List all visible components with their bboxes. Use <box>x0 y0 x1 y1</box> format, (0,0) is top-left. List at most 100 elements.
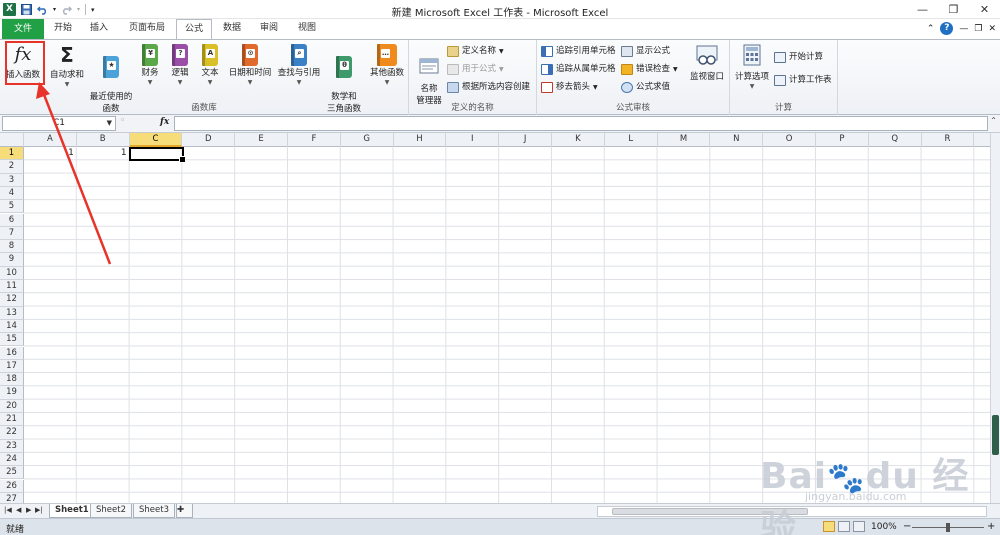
tab-view[interactable]: 视图 <box>294 20 320 38</box>
row-header[interactable]: 22 <box>0 426 24 440</box>
tab-page-layout[interactable]: 页面布局 <box>124 20 170 38</box>
row-header[interactable]: 20 <box>0 399 24 413</box>
cell-value[interactable]: 1 <box>24 148 74 158</box>
row-header[interactable]: 8 <box>0 240 24 254</box>
use-in-formula-button[interactable]: 用于公式 ▼ <box>447 61 504 78</box>
row-header[interactable]: 19 <box>0 386 24 400</box>
row-header[interactable]: 14 <box>0 319 24 334</box>
column-header[interactable]: A <box>24 133 77 147</box>
active-cell[interactable] <box>129 147 186 163</box>
tab-insert[interactable]: 插入 <box>86 20 112 38</box>
formula-bar-fx-icon[interactable]: fx <box>160 117 169 127</box>
row-header[interactable]: 15 <box>0 333 24 347</box>
row-header[interactable]: 7 <box>0 226 24 241</box>
calc-now-button[interactable]: 开始计算 <box>774 49 823 66</box>
column-header[interactable]: N <box>710 133 764 147</box>
lookup-reference-button[interactable]: ⌕ 查找与引用 ▼ <box>276 43 322 87</box>
select-all-corner[interactable] <box>0 133 24 147</box>
autosum-button[interactable]: Σ 自动求和 ▼ <box>48 43 86 89</box>
doc-close-icon[interactable]: ✕ <box>988 24 996 34</box>
show-formulas-button[interactable]: 显示公式 <box>621 43 670 60</box>
tab-data[interactable]: 数据 <box>219 20 245 38</box>
column-header[interactable]: K <box>552 133 605 147</box>
row-header[interactable]: 6 <box>0 213 24 227</box>
help-icon[interactable]: ? <box>940 22 954 35</box>
datetime-button[interactable]: ⊙ 日期和时间 ▼ <box>227 43 273 87</box>
name-box[interactable]: C1 ▼ <box>2 116 116 131</box>
dropdown-arrow-icon: ▼ <box>147 79 153 86</box>
column-header[interactable]: M <box>658 133 711 147</box>
tab-review[interactable]: 审阅 <box>256 20 282 38</box>
doc-minimize-icon[interactable]: — <box>959 24 968 34</box>
row-header[interactable]: 3 <box>0 173 24 187</box>
column-header[interactable]: I <box>446 133 500 147</box>
first-sheet-icon[interactable]: |◀ <box>4 506 12 514</box>
row-header[interactable]: 18 <box>0 373 24 387</box>
column-header[interactable]: L <box>605 133 658 147</box>
column-header[interactable]: E <box>235 133 288 147</box>
insert-sheet-icon[interactable]: ✚ <box>176 504 193 518</box>
column-header[interactable]: O <box>763 133 816 147</box>
expand-formula-bar-icon[interactable]: ⌃ <box>990 116 997 125</box>
doc-restore-icon[interactable]: ❐ <box>974 24 982 34</box>
minimize-icon[interactable]: — <box>907 0 938 19</box>
column-header[interactable]: H <box>394 133 447 147</box>
row-header[interactable]: 11 <box>0 280 24 294</box>
column-header[interactable]: B <box>77 133 130 147</box>
last-sheet-icon[interactable]: ▶| <box>35 506 43 514</box>
watch-window-button[interactable]: 监视窗口 <box>687 43 727 83</box>
next-sheet-icon[interactable]: ▶ <box>26 506 31 514</box>
column-header[interactable]: D <box>182 133 236 147</box>
row-header[interactable]: 10 <box>0 266 24 280</box>
row-header[interactable]: 5 <box>0 200 24 214</box>
column-header[interactable]: P <box>816 133 869 147</box>
column-header[interactable]: R <box>922 133 975 147</box>
tab-home[interactable]: 开始 <box>50 20 76 38</box>
calc-sheet-button[interactable]: 计算工作表 <box>774 72 832 89</box>
more-functions-label: 其他函数 <box>369 68 404 78</box>
row-header[interactable]: 27 <box>0 492 24 503</box>
row-header[interactable]: 9 <box>0 253 24 267</box>
prev-sheet-icon[interactable]: ◀ <box>16 506 21 514</box>
column-header[interactable]: J <box>499 133 552 147</box>
row-header[interactable]: 23 <box>0 439 24 453</box>
row-header[interactable]: 13 <box>0 306 24 320</box>
tab-file[interactable]: 文件 <box>2 19 44 39</box>
column-header[interactable]: C <box>129 133 183 147</box>
row-header[interactable]: 17 <box>0 359 24 374</box>
row-header[interactable]: 4 <box>0 186 24 201</box>
row-header[interactable]: 21 <box>0 413 24 427</box>
financial-button[interactable]: ¥ 财务 ▼ <box>137 43 163 87</box>
sheet-tab[interactable]: Sheet2 <box>90 504 132 518</box>
row-header[interactable]: 1 <box>0 147 24 161</box>
column-header[interactable]: G <box>341 133 394 147</box>
column-header[interactable]: Q <box>869 133 922 147</box>
calc-options-button[interactable]: 计算选项 ▼ <box>733 43 771 91</box>
restore-icon[interactable]: ❐ <box>938 0 969 19</box>
cell-value[interactable]: 1 <box>77 148 127 158</box>
create-from-selection-button[interactable]: 根据所选内容创建 <box>447 79 530 96</box>
column-header[interactable]: F <box>288 133 341 147</box>
row-header[interactable]: 24 <box>0 452 24 467</box>
logical-button[interactable]: ? 逻辑 ▼ <box>167 43 193 87</box>
trace-dependents-button[interactable]: 追踪从属单元格 <box>541 61 616 78</box>
define-name-button[interactable]: 定义名称 ▼ <box>447 43 504 60</box>
remove-arrows-button[interactable]: 移去箭头 ▼ <box>541 79 598 96</box>
row-header[interactable]: 2 <box>0 160 24 174</box>
formula-input[interactable] <box>174 116 988 131</box>
sheet-tab[interactable]: Sheet1 <box>49 504 95 518</box>
row-header[interactable]: 16 <box>0 346 24 360</box>
minimize-ribbon-icon[interactable]: ⌃ <box>927 24 935 34</box>
tab-formulas[interactable]: 公式 <box>176 19 212 39</box>
trace-precedents-button[interactable]: 追踪引用单元格 <box>541 43 616 60</box>
evaluate-formula-button[interactable]: 公式求值 <box>621 79 670 96</box>
row-header[interactable]: 26 <box>0 479 24 493</box>
text-book-icon: A <box>202 44 218 66</box>
more-functions-button[interactable]: … 其他函数 ▼ <box>366 43 408 87</box>
close-icon[interactable]: ✕ <box>969 0 1000 19</box>
sheet-tab[interactable]: Sheet3 <box>133 504 175 518</box>
row-header[interactable]: 12 <box>0 293 24 307</box>
error-checking-button[interactable]: 错误检查 ▼ <box>621 61 678 78</box>
text-button[interactable]: A 文本 ▼ <box>197 43 223 87</box>
row-header[interactable]: 25 <box>0 466 24 480</box>
